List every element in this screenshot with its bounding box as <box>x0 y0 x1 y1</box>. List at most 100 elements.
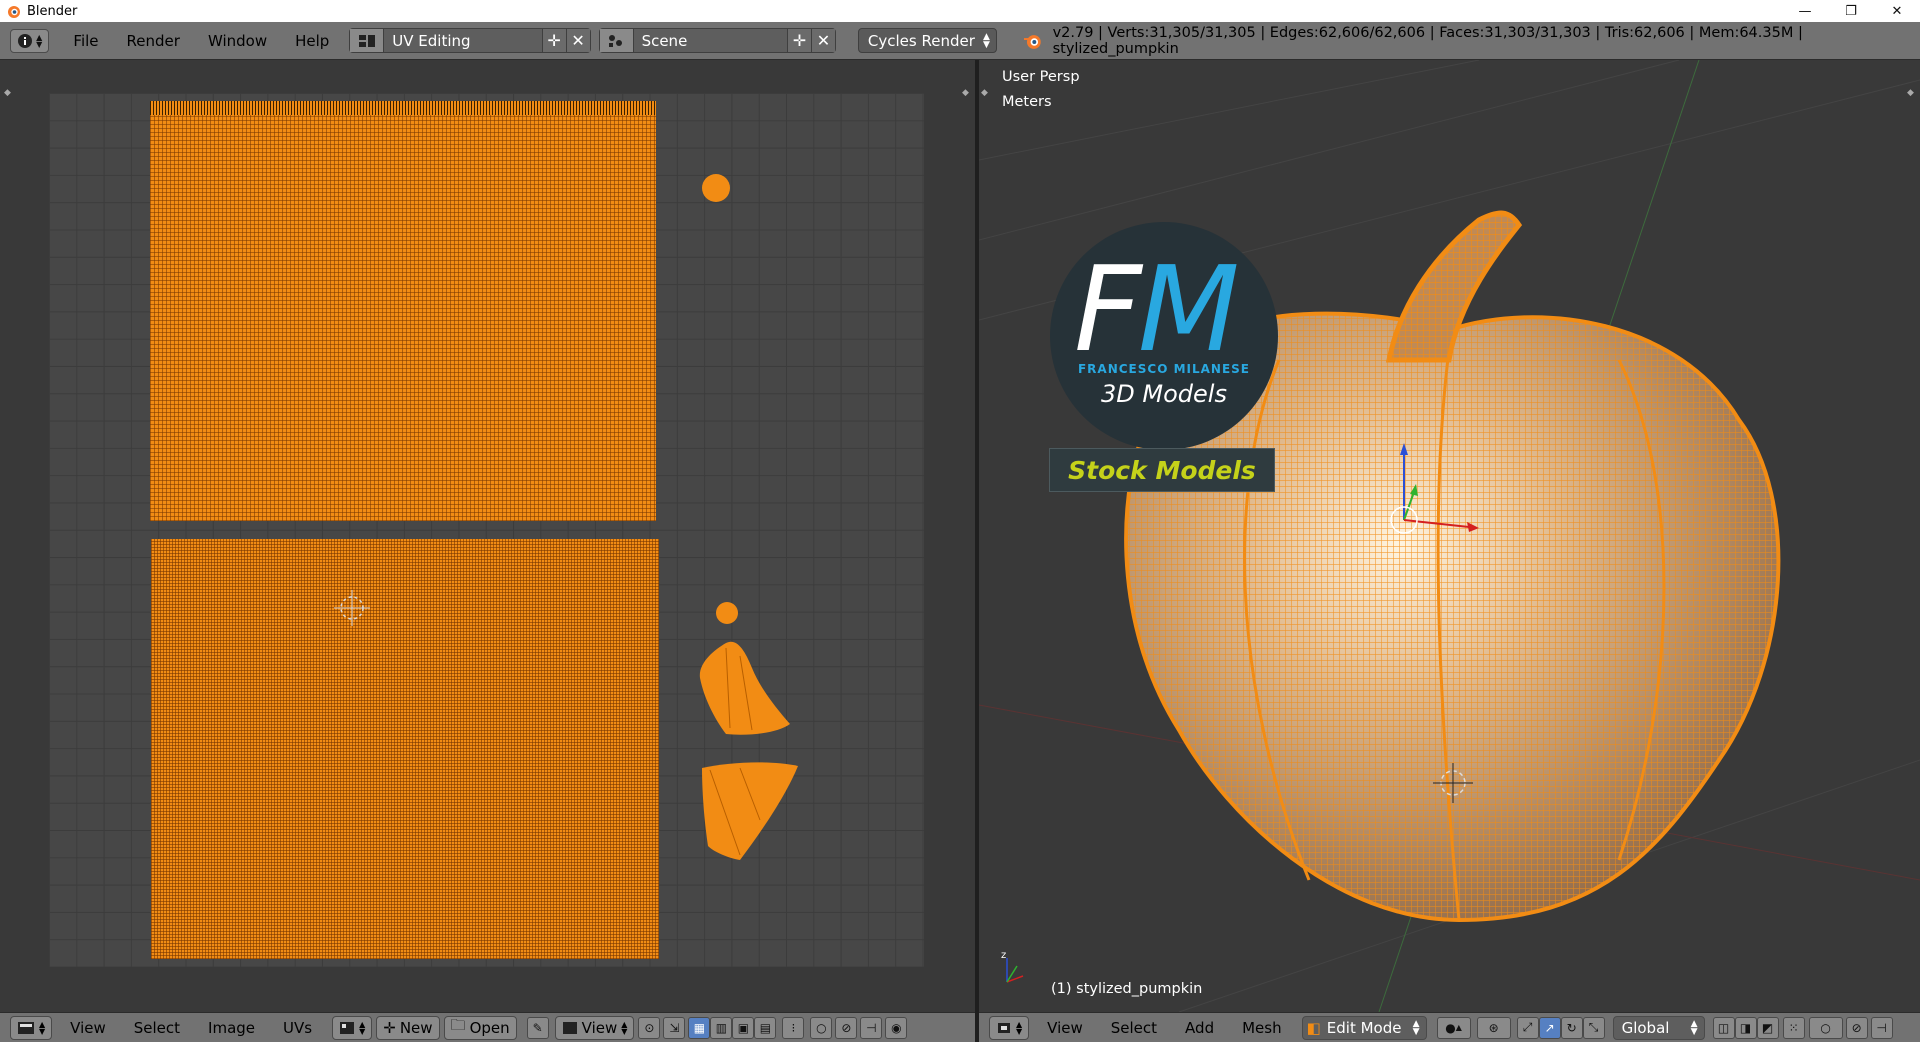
menu-help[interactable]: Help <box>281 29 343 53</box>
screen-layout-selector[interactable]: UV Editing ✛ ✕ <box>349 28 591 53</box>
view-axes-indicator: z <box>1001 950 1024 983</box>
stats-text: v2.79 | Verts:31,305/31,305 | Edges:62,6… <box>1052 24 1803 57</box>
units-label: Meters <box>1002 94 1052 110</box>
svg-text:z: z <box>1001 950 1006 961</box>
add-layout-icon[interactable]: ✛ <box>541 29 566 52</box>
editor-type-info-button[interactable]: ▲ ▼ <box>10 28 50 53</box>
snap-element-icon[interactable]: ⊣ <box>1870 1016 1893 1039</box>
browse-image-button[interactable]: ▲ ▼ <box>332 1015 373 1040</box>
2d-cursor-icon[interactable] <box>332 588 372 628</box>
transform-orientation-selector[interactable]: Global ▲ ▼ <box>1612 1015 1705 1040</box>
3d-view-icon <box>998 1022 1010 1033</box>
layout-icon[interactable] <box>350 29 385 52</box>
scene-name[interactable]: Scene <box>634 32 787 50</box>
add-scene-icon[interactable]: ✛ <box>786 29 811 52</box>
updown-arrows-icon: ▲ ▼ <box>36 32 43 49</box>
folder-icon: 🗀 <box>450 1016 466 1034</box>
limit-selection-icon[interactable]: ⁙ <box>1782 1016 1805 1039</box>
rotate-manipulator-icon[interactable]: ↻ <box>1560 1016 1583 1039</box>
uv-island-small-dot-1[interactable] <box>700 172 732 204</box>
editor-type-uv-button[interactable]: ▲ ▼ <box>10 1015 53 1040</box>
plus-icon: ✛ <box>383 1018 396 1037</box>
pivot-point-icon[interactable]: ⊛ <box>1476 1016 1511 1039</box>
uv-menu-view[interactable]: View <box>56 1019 120 1037</box>
view-name-label: User Persp <box>1002 69 1080 85</box>
vertex-select-icon[interactable]: ▦ <box>688 1016 711 1039</box>
edge-select-mode-icon[interactable]: ◨ <box>1734 1016 1757 1039</box>
3d-viewport[interactable]: z ◆ ◆ User Persp Meters (1) stylized_pum… <box>979 60 1920 1012</box>
area-corner-widget-right[interactable]: ◆ <box>1907 88 1914 98</box>
menu-window[interactable]: Window <box>194 29 281 53</box>
sticky-mode-icon[interactable]: ⁝ <box>782 1016 805 1039</box>
blender-app-icon <box>8 6 20 18</box>
pivot-icon[interactable]: ⊙ <box>638 1016 661 1039</box>
uv-editor-header: ▲ ▼ View Select Image UVs ▲ ▼ ✛ New 🗀 Open… <box>0 1012 975 1042</box>
3d-view-header: ▲ ▼ View Select Add Mesh ◧ Edit Mode ▲ ▼ ●… <box>979 1012 1920 1042</box>
close-button[interactable]: ✕ <box>1874 0 1920 22</box>
info-header: ▲ ▼ File Render Window Help UV Editing ✛ … <box>0 22 1920 60</box>
maximize-button[interactable]: ❐ <box>1828 0 1874 22</box>
sync-selection-icon[interactable]: ⇲ <box>663 1016 686 1039</box>
viewport-shading-icon[interactable]: ● ▲ <box>1436 1016 1471 1039</box>
translate-manipulator-icon[interactable]: ↗ <box>1538 1016 1561 1039</box>
3d-menu-add[interactable]: Add <box>1171 1019 1228 1037</box>
uv-island-pumpkin-body[interactable] <box>151 539 659 959</box>
editor-type-3d-button[interactable]: ▲ ▼ <box>989 1015 1030 1040</box>
render-engine-selector[interactable]: Cycles Render ▲ ▼ <box>857 28 997 53</box>
vertex-select-mode-icon[interactable]: ◫ <box>1712 1016 1735 1039</box>
menu-file[interactable]: File <box>59 29 112 53</box>
face-select-mode-icon[interactable]: ◩ <box>1756 1016 1779 1039</box>
open-image-button[interactable]: 🗀 Open <box>443 1015 517 1040</box>
updown-arrows-icon: ▲ ▼ <box>39 1019 46 1036</box>
info-icon <box>18 33 33 48</box>
fm-logo-subtitle: 3D Models <box>1101 380 1227 408</box>
menu-render[interactable]: Render <box>113 29 194 53</box>
proportional-edit-3d-icon[interactable]: ○ <box>1808 1016 1843 1039</box>
minimize-button[interactable]: — <box>1782 0 1828 22</box>
scale-manipulator-icon[interactable]: ⤡ <box>1582 1016 1605 1039</box>
area-corner-widget-left[interactable]: ◆ <box>981 88 988 98</box>
snap-target-icon[interactable]: ⊣ <box>860 1016 883 1039</box>
image-editor-icon <box>18 1021 34 1034</box>
delete-scene-icon[interactable]: ✕ <box>810 29 835 52</box>
3d-menu-select[interactable]: Select <box>1097 1019 1171 1037</box>
manipulator-toggle-icon[interactable]: ⤢ <box>1516 1016 1539 1039</box>
uv-view-selector[interactable]: View ▲ ▼ <box>554 1015 635 1040</box>
uv-menu-select[interactable]: Select <box>120 1019 194 1037</box>
fm-logo-letters: FM <box>1074 240 1240 378</box>
uv-menu-uvs[interactable]: UVs <box>269 1019 326 1037</box>
fm-logo-name: FRANCESCO MILANESE <box>1077 362 1251 376</box>
uv-menu-image[interactable]: Image <box>194 1019 269 1037</box>
snap-icon[interactable]: ⊘ <box>835 1016 858 1039</box>
scene-selector[interactable]: Scene ✛ ✕ <box>598 28 836 53</box>
snap-3d-icon[interactable]: ⊘ <box>1845 1016 1868 1039</box>
uv-island-small-dot-2[interactable] <box>714 600 740 626</box>
image-browse-icon <box>340 1021 355 1034</box>
uv-island-stem-top[interactable] <box>696 638 792 738</box>
interaction-mode-selector[interactable]: ◧ Edit Mode ▲ ▼ <box>1301 1015 1427 1040</box>
updown-arrows-icon: ▲ ▼ <box>982 31 990 50</box>
uv-image-editor[interactable]: ◆ ◆ <box>0 60 975 1012</box>
window-titlebar: Blender — ❐ ✕ <box>0 0 1920 22</box>
proportional-edit-icon[interactable]: ○ <box>810 1016 833 1039</box>
3d-menu-mesh[interactable]: Mesh <box>1228 1019 1296 1037</box>
stock-models-label: Stock Models <box>1049 448 1275 492</box>
face-select-icon[interactable]: ▣ <box>732 1016 755 1039</box>
3d-menu-view[interactable]: View <box>1033 1019 1097 1037</box>
edit-mode-icon: ◧ <box>1306 1018 1321 1037</box>
island-select-icon[interactable]: ▤ <box>754 1016 777 1039</box>
pin-icon[interactable]: ✎ <box>526 1016 549 1039</box>
image-icon <box>562 1021 577 1034</box>
new-image-button[interactable]: ✛ New <box>376 1015 440 1040</box>
window-title: Blender <box>27 3 78 19</box>
delete-layout-icon[interactable]: ✕ <box>565 29 590 52</box>
uv-island-pumpkin-top[interactable] <box>150 101 656 521</box>
render-engine-label[interactable]: Cycles Render <box>868 32 975 50</box>
layout-name[interactable]: UV Editing <box>384 32 541 50</box>
uv-island-stem-bottom[interactable] <box>700 760 800 864</box>
area-corner-widget-left[interactable]: ◆ <box>4 88 11 98</box>
edge-select-icon[interactable]: ▥ <box>710 1016 733 1039</box>
area-corner-widget-right[interactable]: ◆ <box>962 88 969 98</box>
scene-icon[interactable] <box>599 29 634 52</box>
render-slot-icon[interactable]: ◉ <box>885 1016 908 1039</box>
